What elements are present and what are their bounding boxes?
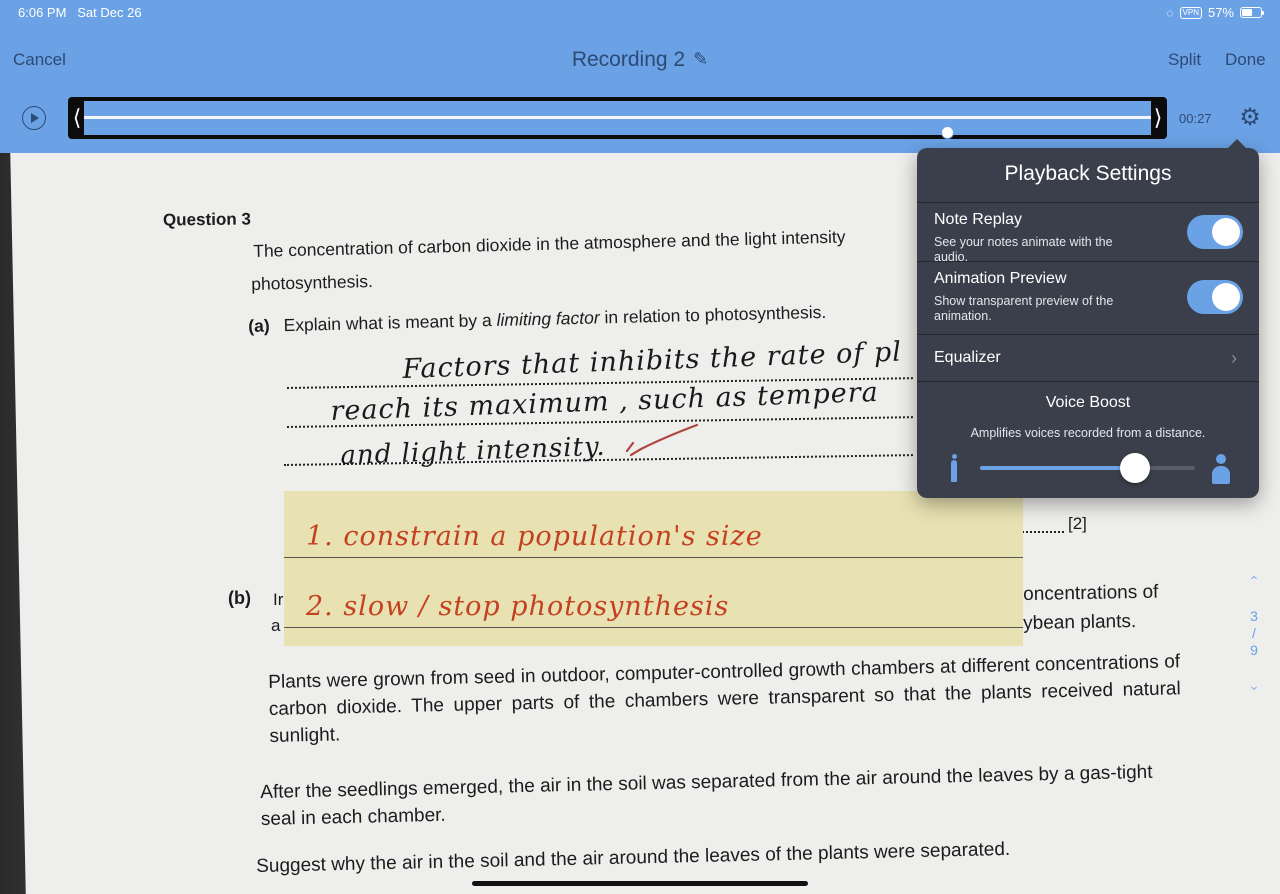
status-indicators: ◌ VPN 57%: [1166, 5, 1264, 20]
chevron-up-icon[interactable]: ⌃: [1240, 573, 1268, 590]
page-indicator: ⌃ 3 / 9 ⌄: [1240, 573, 1268, 694]
page-current: 3: [1250, 608, 1258, 624]
part-a-text-pre: Explain what is meant by a: [283, 309, 497, 336]
marks-label: [2]: [1068, 514, 1087, 533]
question-intro-line2: photosynthesis.: [251, 271, 374, 294]
playback-settings-popover: Playback Settings Note Replay See your n…: [917, 139, 1259, 498]
voice-boost-subtitle: Amplifies voices recorded from a distanc…: [970, 426, 1206, 440]
divider: [917, 381, 1259, 382]
battery-icon: [1240, 7, 1264, 18]
part-b-right-fragment: ybean plants.: [1023, 611, 1137, 634]
part-b-fragment: a: [271, 616, 281, 635]
part-a-text-em: limiting factor: [496, 307, 600, 330]
recording-title-text[interactable]: Recording 2: [572, 48, 685, 71]
wifi-icon: ◌: [1166, 5, 1174, 20]
sticky-rule: [284, 627, 1023, 628]
split-button[interactable]: Split: [1168, 50, 1201, 70]
chevron-down-icon[interactable]: ⌄: [1240, 677, 1268, 694]
battery-percent: 57%: [1207, 5, 1234, 20]
voice-boost-slider-fill: [980, 466, 1135, 470]
divider: [917, 334, 1259, 335]
timeline-track[interactable]: [84, 116, 1151, 139]
recording-title: Recording 2 ✎: [0, 48, 1280, 72]
top-bar: 6:06 PM Sat Dec 26 ◌ VPN 57% Cancel Reco…: [0, 0, 1280, 153]
sticky-note-line: 2. slow / stop photosynthesis: [306, 591, 730, 622]
marks-line: [1022, 531, 1064, 533]
part-b-label: (b): [228, 588, 251, 608]
part-b-fragment: Ir: [273, 590, 284, 609]
voice-boost-title: Voice Boost: [1045, 394, 1131, 411]
divider: [917, 261, 1259, 262]
sticky-note[interactable]: 1. constrain a population's size 2. slow…: [284, 491, 1023, 646]
animation-preview-subtitle: Show transparent preview of the animatio…: [934, 294, 1114, 323]
equalizer-row[interactable]: Equalizer: [934, 349, 1254, 367]
trim-start-handle[interactable]: ⟨: [70, 102, 84, 134]
popover-title: Playback Settings: [1004, 162, 1172, 185]
elapsed-time: 00:27: [1179, 111, 1212, 126]
playhead-knob[interactable]: [941, 126, 955, 139]
part-b-right-fragment: oncentrations of: [1023, 581, 1159, 605]
animation-preview-toggle[interactable]: [1187, 280, 1243, 314]
person-large-icon: [1211, 454, 1231, 484]
page-separator: /: [1252, 625, 1256, 641]
home-indicator[interactable]: [472, 881, 808, 886]
note-replay-title: Note Replay: [934, 211, 1023, 228]
done-button[interactable]: Done: [1225, 50, 1266, 70]
play-icon[interactable]: [22, 106, 46, 130]
tick-mark-icon: [625, 423, 699, 457]
audio-timeline[interactable]: ⟨ ⟩: [68, 97, 1167, 139]
part-a-text-post: in relation to photosynthesis.: [599, 301, 827, 328]
question-heading: Question 3: [162, 209, 251, 230]
part-a-label: (a): [248, 315, 270, 336]
pencil-icon[interactable]: ✎: [693, 49, 708, 70]
gear-icon[interactable]: ⚙: [1237, 105, 1263, 131]
chevron-right-icon[interactable]: ›: [1231, 348, 1237, 369]
vpn-badge: VPN: [1179, 6, 1202, 19]
sticky-note-line: 1. constrain a population's size: [306, 521, 763, 552]
page-total: 9: [1250, 642, 1258, 658]
sticky-rule: [284, 557, 1023, 558]
status-date: Sat Dec 26: [77, 5, 142, 20]
status-time: 6:06 PM: [18, 5, 67, 20]
divider: [917, 202, 1259, 203]
animation-preview-title: Animation Preview: [934, 270, 1067, 287]
note-replay-toggle[interactable]: [1187, 215, 1243, 249]
status-time-date: 6:06 PM Sat Dec 26: [18, 5, 142, 20]
voice-boost-slider[interactable]: [980, 453, 1195, 483]
timeline-lane[interactable]: [84, 101, 1151, 139]
trim-end-handle[interactable]: ⟩: [1151, 102, 1165, 134]
person-small-icon: [950, 454, 958, 484]
voice-boost-slider-thumb[interactable]: [1119, 453, 1150, 483]
